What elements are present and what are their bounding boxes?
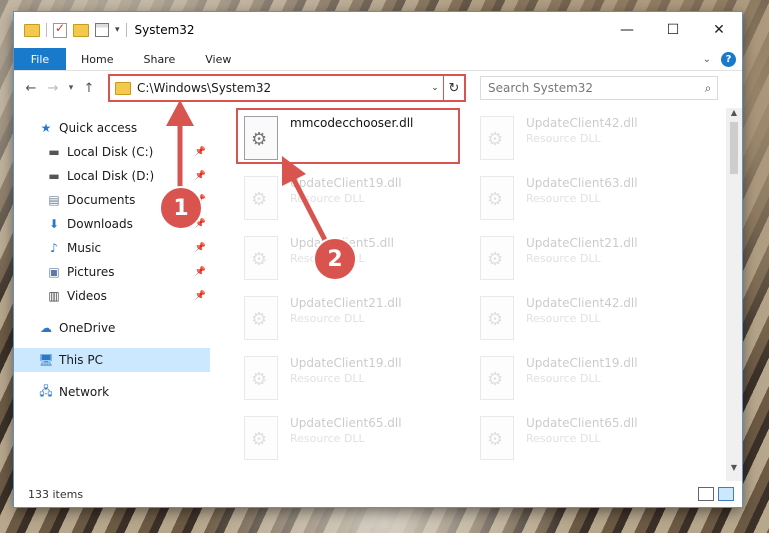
annotation-arrows bbox=[166, 100, 329, 244]
step-1-badge: 1 bbox=[159, 186, 203, 230]
step-2-badge: 2 bbox=[313, 237, 357, 281]
arrow-2-shaft bbox=[289, 174, 329, 244]
arrow-1-head bbox=[166, 100, 194, 126]
